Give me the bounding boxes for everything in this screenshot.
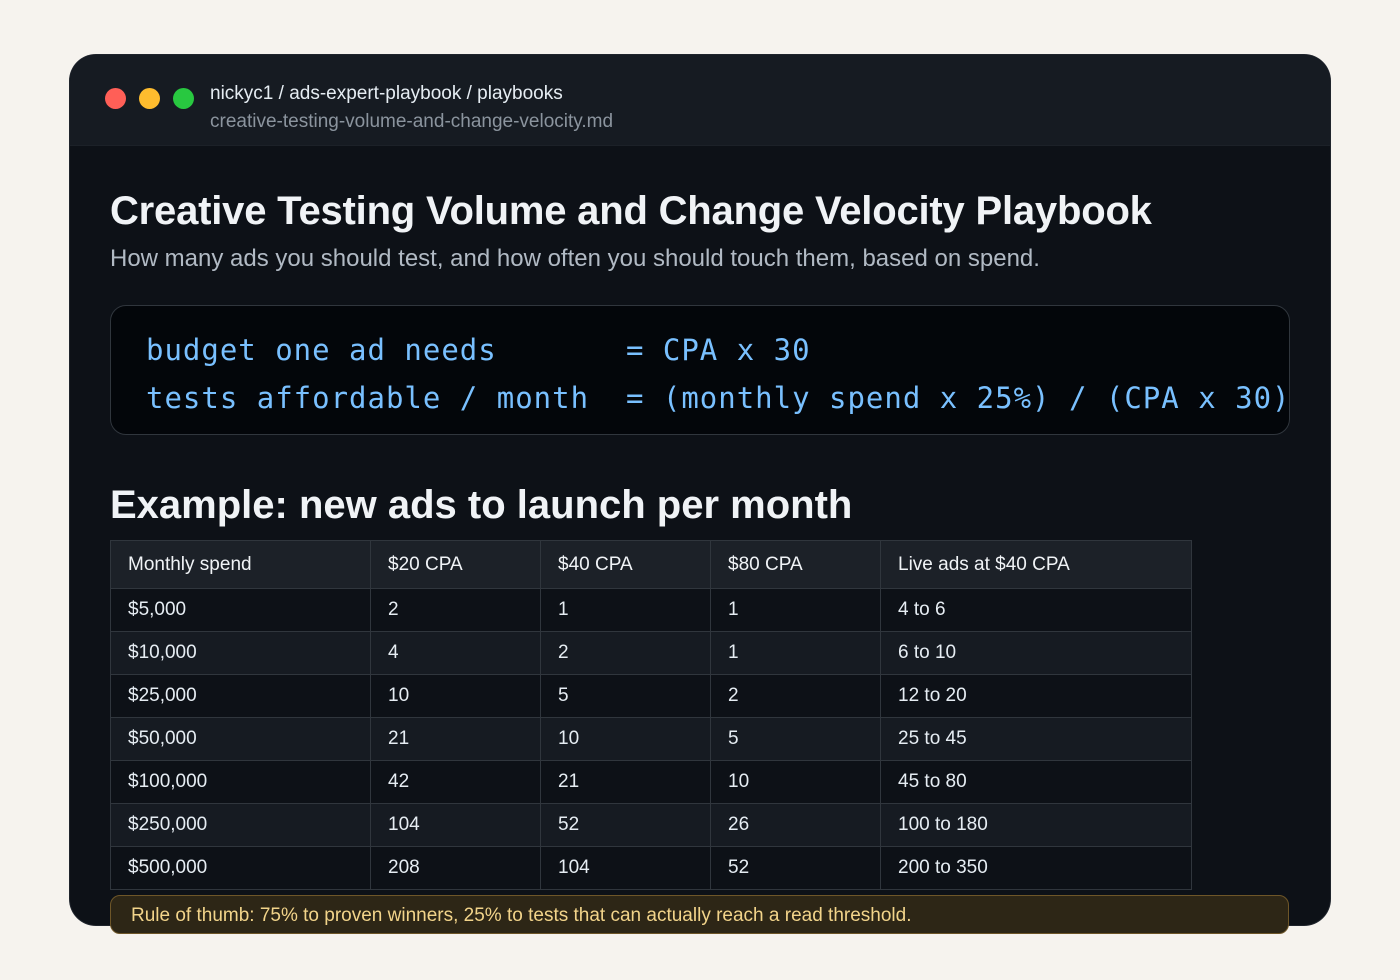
table-cell: $250,000 xyxy=(110,803,371,847)
table-cell: $10,000 xyxy=(110,631,371,675)
table-cell: $25,000 xyxy=(110,674,371,718)
table-cell: 6 to 10 xyxy=(880,631,1192,675)
spend-table: Monthly spend $20 CPA $40 CPA $80 CPA Li… xyxy=(110,540,1192,890)
table-cell: 5 xyxy=(710,717,881,761)
rule-of-thumb-callout: Rule of thumb: 75% to proven winners, 25… xyxy=(110,895,1289,934)
table-cell: 52 xyxy=(540,803,711,847)
formula-line-budget: budget one ad needs = CPA x 30 xyxy=(146,333,811,367)
table-row: $250,000 104 52 26 100 to 180 xyxy=(110,803,1192,847)
table-cell: 25 to 45 xyxy=(880,717,1192,761)
table-cell: 42 xyxy=(370,760,541,804)
table-row: $100,000 42 21 10 45 to 80 xyxy=(110,760,1192,804)
table-cell: 1 xyxy=(710,631,881,675)
breadcrumb: nickyc1 / ads-expert-playbook / playbook… xyxy=(210,83,563,104)
table-row: $50,000 21 10 5 25 to 45 xyxy=(110,717,1192,761)
table-cell: 10 xyxy=(710,760,881,804)
table-cell: 12 to 20 xyxy=(880,674,1192,718)
table-cell: 21 xyxy=(370,717,541,761)
table-cell: $500,000 xyxy=(110,846,371,890)
table-cell: 52 xyxy=(710,846,881,890)
document-window: nickyc1 / ads-expert-playbook / playbook… xyxy=(70,55,1330,925)
table-cell: 100 to 180 xyxy=(880,803,1192,847)
formula-line-tests: tests affordable / month = (monthly spen… xyxy=(146,381,1291,415)
table-cell: 1 xyxy=(710,588,881,632)
table-header-row: Monthly spend $20 CPA $40 CPA $80 CPA Li… xyxy=(110,540,1192,589)
header-20-cpa: $20 CPA xyxy=(370,540,541,589)
header-80-cpa: $80 CPA xyxy=(710,540,881,589)
section-title: Example: new ads to launch per month xyxy=(110,483,853,527)
minimize-window-button[interactable] xyxy=(139,88,160,109)
table-cell: 4 xyxy=(370,631,541,675)
table-cell: 200 to 350 xyxy=(880,846,1192,890)
window-titlebar: nickyc1 / ads-expert-playbook / playbook… xyxy=(70,55,1330,146)
table-cell: 4 to 6 xyxy=(880,588,1192,632)
page-subtitle: How many ads you should test, and how of… xyxy=(110,245,1040,272)
table-cell: $100,000 xyxy=(110,760,371,804)
table-row: $5,000 2 1 1 4 to 6 xyxy=(110,588,1192,632)
close-window-button[interactable] xyxy=(105,88,126,109)
table-cell: 208 xyxy=(370,846,541,890)
table-cell: 5 xyxy=(540,674,711,718)
table-row: $10,000 4 2 1 6 to 10 xyxy=(110,631,1192,675)
table-cell: $5,000 xyxy=(110,588,371,632)
table-cell: 1 xyxy=(540,588,711,632)
table-cell: 2 xyxy=(710,674,881,718)
table-row: $25,000 10 5 2 12 to 20 xyxy=(110,674,1192,718)
table-cell: $50,000 xyxy=(110,717,371,761)
header-live-ads: Live ads at $40 CPA xyxy=(880,540,1192,589)
formula-code-block: budget one ad needs = CPA x 30 tests aff… xyxy=(110,305,1290,435)
table-cell: 2 xyxy=(370,588,541,632)
table-cell: 45 to 80 xyxy=(880,760,1192,804)
page-title: Creative Testing Volume and Change Veloc… xyxy=(110,189,1152,233)
maximize-window-button[interactable] xyxy=(173,88,194,109)
table-cell: 10 xyxy=(370,674,541,718)
table-cell: 104 xyxy=(540,846,711,890)
table-row: $500,000 208 104 52 200 to 350 xyxy=(110,846,1192,890)
header-monthly-spend: Monthly spend xyxy=(110,540,371,589)
header-40-cpa: $40 CPA xyxy=(540,540,711,589)
table-cell: 2 xyxy=(540,631,711,675)
table-cell: 21 xyxy=(540,760,711,804)
table-cell: 10 xyxy=(540,717,711,761)
table-cell: 104 xyxy=(370,803,541,847)
table-cell: 26 xyxy=(710,803,881,847)
file-name: creative-testing-volume-and-change-veloc… xyxy=(210,111,614,132)
